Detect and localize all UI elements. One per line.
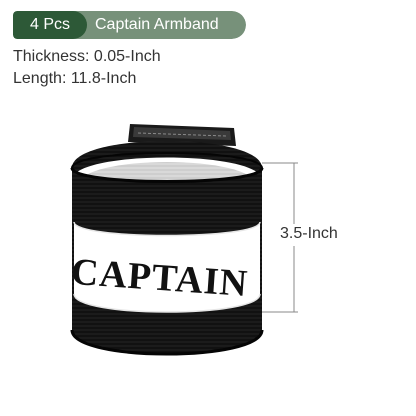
captain-label-band: CAPTAIN	[70, 221, 261, 313]
product-image: 4 Pcs Captain Armband Thickness: 0.05-In…	[0, 0, 416, 416]
quantity-label: 4 Pcs	[13, 11, 87, 39]
height-dimension-label: 3.5-Inch	[278, 224, 340, 244]
captain-armband-illustration: CAPTAIN	[70, 124, 298, 356]
